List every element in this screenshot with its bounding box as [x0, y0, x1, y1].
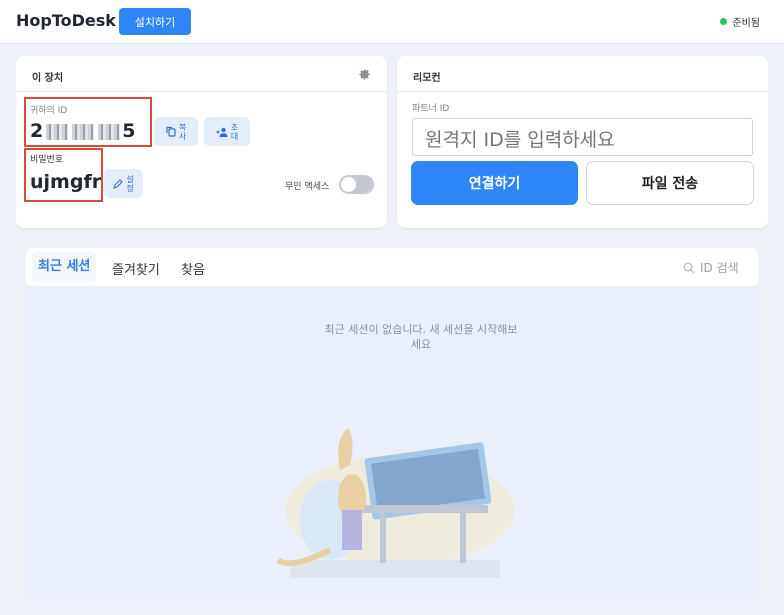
remote-card-header: 리모컨: [397, 56, 768, 92]
status-text: 준비됨: [732, 18, 760, 29]
partner-id-input[interactable]: [412, 118, 753, 156]
unattended-access-label: 무인 액세스: [285, 182, 330, 192]
copy-label-1: 복: [178, 122, 187, 132]
device-card-header: 이 장치: [16, 56, 387, 92]
install-button[interactable]: 설치하기: [119, 8, 191, 35]
settings-label-2: 정: [126, 183, 134, 193]
copy-button[interactable]: 복사: [154, 117, 198, 146]
partner-id-label: 파트너 ID: [412, 104, 450, 114]
id-search[interactable]: ID 검색: [683, 259, 739, 276]
search-placeholder: ID 검색: [700, 261, 739, 275]
add-user-icon: [216, 127, 228, 137]
pencil-icon: [113, 178, 124, 189]
password-highlight-box: [24, 148, 103, 202]
session-tabs-bar: 최근 세션 즐겨찾기 찾음 ID 검색: [26, 248, 758, 286]
settings-label-1: 설: [126, 174, 134, 184]
id-highlight-box: [24, 97, 152, 147]
invite-label-1: 초: [230, 122, 239, 132]
tab-discovered[interactable]: 찾음: [181, 259, 205, 278]
app-title: HopToDesk: [16, 11, 116, 30]
connect-button[interactable]: 연결하기: [411, 161, 578, 205]
empty-message-line-1: 최근 세션이 없습니다. 새 세션을 시작해보: [324, 323, 518, 336]
connection-status: 준비됨: [720, 14, 760, 29]
file-transfer-button[interactable]: 파일 전송: [586, 161, 754, 205]
invite-button[interactable]: 초대: [204, 117, 250, 146]
search-icon: [683, 262, 695, 273]
top-bar: HopToDesk 설치하기 준비됨: [0, 0, 784, 44]
status-dot-icon: [720, 18, 728, 25]
empty-sessions-message: 최근 세션이 없습니다. 새 세션을 시작해보 세요: [296, 322, 546, 352]
gear-icon[interactable]: [358, 68, 371, 81]
empty-message-line-2: 세요: [410, 338, 432, 351]
password-settings-button[interactable]: 설정: [104, 169, 143, 198]
toggle-knob: [341, 177, 356, 192]
copy-label-2: 사: [178, 131, 187, 141]
unattended-access-toggle[interactable]: [339, 175, 374, 194]
remote-card-title: 리모컨: [413, 73, 441, 84]
device-card-title: 이 장치: [32, 73, 64, 84]
invite-label-2: 대: [230, 131, 239, 141]
copy-icon: [166, 126, 176, 137]
tab-recent-sessions[interactable]: 최근 세션: [32, 252, 97, 282]
tab-favorites[interactable]: 즐겨찾기: [112, 259, 160, 278]
session-list-area: 최근 세션이 없습니다. 새 세션을 시작해보 세요: [26, 286, 758, 604]
kangaroo-at-desk-illustration: [276, 428, 515, 578]
